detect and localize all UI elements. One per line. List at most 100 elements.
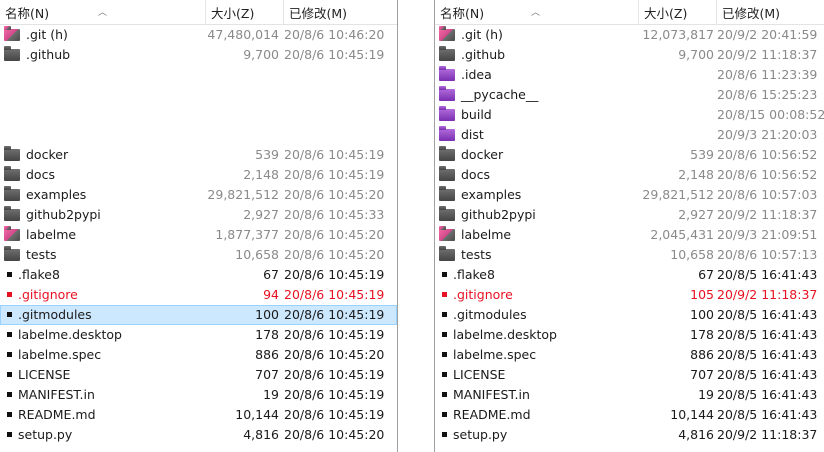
item-modified-date: 20/8/6 10:45:20 [284, 247, 385, 262]
item-name: github2pypi [439, 205, 536, 225]
left-folder-pane[interactable]: 名称(N) ︿ 大小(Z) 已修改(M) .git (h) 47,480,014 2… [0, 0, 398, 452]
right-folder-pane[interactable]: 名称(N) ︿ 大小(Z) 已修改(M) .git (h) 12,073,817 2… [434, 0, 824, 452]
right-name-column-header[interactable]: 名称(N) ︿ [435, 0, 639, 24]
column-label: 已修改(M) [289, 6, 348, 21]
folder-row[interactable]: .github 9,700 20/9/2 11:18:37 [435, 45, 824, 65]
file-row[interactable]: labelme.desktop 178 20/8/6 10:45:19 [0, 325, 397, 345]
file-row[interactable]: .gitmodules 100 20/8/6 10:45:19 [0, 305, 397, 325]
item-modified-date: 20/9/2 11:18:37 [717, 207, 818, 222]
right-modified-column-header[interactable]: 已修改(M) [717, 0, 824, 24]
item-modified-date: 20/8/6 10:45:19 [284, 407, 385, 422]
folder-row[interactable]: labelme 2,045,431 20/9/3 21:09:51 [435, 225, 824, 245]
item-name: labelme.desktop [4, 325, 122, 345]
item-name: labelme.spec [439, 345, 536, 365]
folder-row[interactable]: docs 2,148 20/8/6 10:45:19 [0, 165, 397, 185]
right-file-list: .git (h) 12,073,817 20/9/2 20:41:59 .github… [435, 25, 824, 445]
file-icon [442, 332, 447, 337]
file-row[interactable]: setup.py 4,816 20/9/2 11:18:37 [435, 425, 824, 445]
item-size: 105 [690, 287, 714, 302]
right-size-column-header[interactable]: 大小(Z) [639, 0, 717, 24]
folder-row[interactable]: __pycache__ 20/8/6 15:25:23 [435, 85, 824, 105]
file-row[interactable]: README.md 10,144 20/8/5 16:41:43 [435, 405, 824, 425]
item-modified-date: 20/8/5 16:41:43 [717, 407, 818, 422]
folder-row[interactable]: tests 10,658 20/8/6 10:45:20 [0, 245, 397, 265]
item-size: 19 [698, 387, 714, 402]
file-row[interactable]: LICENSE 707 20/8/6 10:45:19 [0, 365, 397, 385]
item-name: docs [439, 165, 490, 185]
folder-row[interactable]: .github 9,700 20/8/6 10:45:19 [0, 45, 397, 65]
item-modified-date: 20/8/6 11:23:39 [717, 67, 818, 82]
item-name-text: .github [26, 47, 71, 62]
item-size: 2,045,431 [650, 227, 714, 242]
file-row[interactable]: setup.py 4,816 20/8/6 10:45:20 [0, 425, 397, 445]
item-size: 2,927 [678, 207, 714, 222]
column-label: 名称(N) [440, 6, 485, 21]
folder-row[interactable]: docs 2,148 20/8/6 10:56:52 [435, 165, 824, 185]
folder-row[interactable]: .git (h) 12,073,817 20/9/2 20:41:59 [435, 25, 824, 45]
item-name-text: .gitignore [453, 287, 513, 302]
file-row[interactable]: MANIFEST.in 19 20/8/6 10:45:19 [0, 385, 397, 405]
folder-row[interactable]: build 20/8/15 00:08:52 [435, 105, 824, 125]
sort-ascending-icon: ︿ [98, 8, 108, 18]
file-row[interactable]: README.md 10,144 20/8/6 10:45:19 [0, 405, 397, 425]
folder-row[interactable]: examples 29,821,512 20/8/6 10:45:20 [0, 185, 397, 205]
item-name-text: tests [461, 247, 492, 262]
file-row[interactable]: .flake8 67 20/8/5 16:41:43 [435, 265, 824, 285]
folder-row[interactable]: examples 29,821,512 20/8/6 10:57:03 [435, 185, 824, 205]
folder-row[interactable]: docker 539 20/8/6 10:45:19 [0, 145, 397, 165]
item-name-text: .git (h) [461, 27, 503, 42]
item-name-text: .gitmodules [18, 307, 92, 322]
file-icon [442, 432, 447, 437]
item-name-text: .flake8 [453, 267, 495, 282]
item-size: 886 [255, 347, 279, 362]
file-icon [442, 312, 447, 317]
item-name: .gitignore [4, 285, 78, 305]
item-modified-date: 20/8/6 15:25:23 [717, 87, 818, 102]
folder-gray-icon [4, 245, 20, 261]
item-name: .github [439, 45, 505, 65]
folder-row[interactable]: labelme 1,877,377 20/8/6 10:45:20 [0, 225, 397, 245]
left-modified-column-header[interactable]: 已修改(M) [284, 0, 397, 24]
file-row[interactable]: .gitignore 105 20/9/2 11:18:37 [435, 285, 824, 305]
folder-row[interactable]: .git (h) 47,480,014 20/8/6 10:46:20 [0, 25, 397, 45]
pane-divider [398, 0, 433, 452]
item-name-text: .github [461, 47, 506, 62]
file-row[interactable]: MANIFEST.in 19 20/8/5 16:41:43 [435, 385, 824, 405]
file-row[interactable]: .gitignore 94 20/8/6 10:45:19 [0, 285, 397, 305]
left-size-column-header[interactable]: 大小(Z) [206, 0, 284, 24]
file-row[interactable]: .gitmodules 100 20/8/5 16:41:43 [435, 305, 824, 325]
folder-row[interactable]: github2pypi 2,927 20/9/2 11:18:37 [435, 205, 824, 225]
item-size: 10,658 [670, 247, 714, 262]
file-row[interactable]: labelme.desktop 178 20/8/5 16:41:43 [435, 325, 824, 345]
item-name-text: .gitmodules [453, 307, 527, 322]
folder-row[interactable]: github2pypi 2,927 20/8/6 10:45:33 [0, 205, 397, 225]
item-size: 2,148 [678, 167, 714, 182]
folder-row[interactable]: dist 20/9/3 21:20:03 [435, 125, 824, 145]
file-icon [442, 412, 447, 417]
file-row[interactable]: labelme.spec 886 20/8/6 10:45:20 [0, 345, 397, 365]
folder-row[interactable]: tests 10,658 20/8/6 10:57:13 [435, 245, 824, 265]
file-row[interactable]: LICENSE 707 20/8/5 16:41:43 [435, 365, 824, 385]
item-name: docs [4, 165, 55, 185]
item-name-text: MANIFEST.in [18, 387, 95, 402]
item-modified-date: 20/8/5 16:41:43 [717, 327, 818, 342]
item-size: 10,658 [235, 247, 279, 262]
item-name-text: setup.py [18, 427, 73, 442]
item-size: 886 [690, 347, 714, 362]
item-name: .github [4, 45, 70, 65]
empty-row [0, 85, 397, 105]
folder-row[interactable]: docker 539 20/8/6 10:56:52 [435, 145, 824, 165]
item-modified-date: 20/8/5 16:41:43 [717, 367, 818, 382]
left-name-column-header[interactable]: 名称(N) ︿ [0, 0, 206, 24]
item-size: 67 [698, 267, 714, 282]
file-row[interactable]: labelme.spec 886 20/8/5 16:41:43 [435, 345, 824, 365]
file-row[interactable]: .flake8 67 20/8/6 10:45:19 [0, 265, 397, 285]
item-size: 4,816 [243, 427, 279, 442]
item-modified-date: 20/8/6 10:46:20 [284, 27, 385, 42]
item-size: 10,144 [670, 407, 714, 422]
folder-row[interactable]: .idea 20/8/6 11:23:39 [435, 65, 824, 85]
item-name-text: labelme [26, 227, 77, 242]
item-name: .flake8 [4, 265, 60, 285]
item-size: 2,927 [243, 207, 279, 222]
item-name-text: __pycache__ [461, 87, 539, 102]
